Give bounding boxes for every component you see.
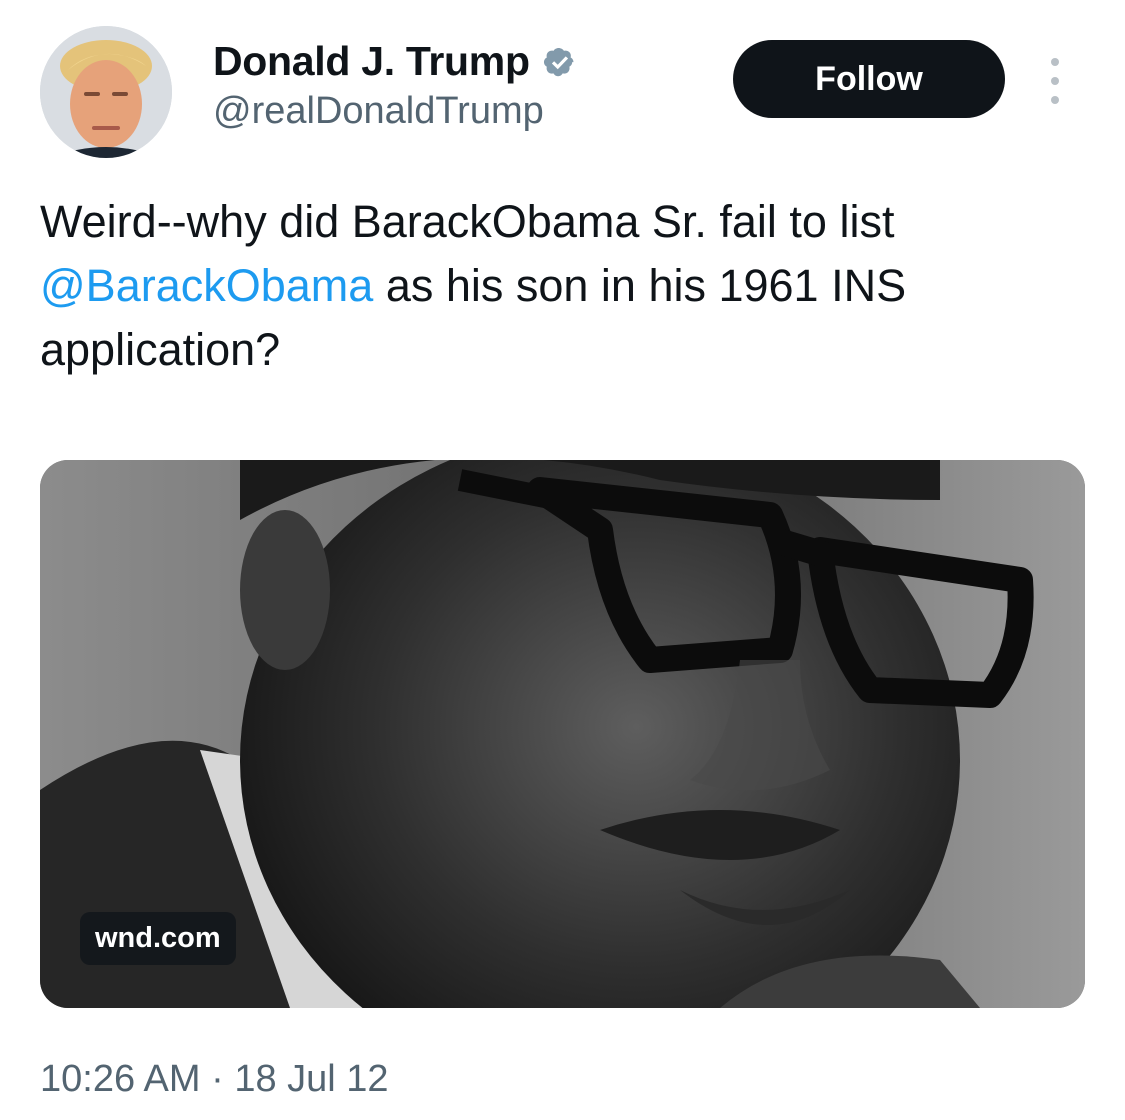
tweet-timestamp[interactable]: 10:26 AM · 18 Jul 12 (40, 1058, 389, 1101)
tweet-text-part: Weird--why did BarackObama Sr. fail to l… (40, 196, 895, 247)
author-name-row: Donald J. Trump (213, 38, 578, 85)
media-domain-label[interactable]: wnd.com (80, 912, 236, 965)
avatar-photo (40, 26, 172, 158)
more-options-icon[interactable] (1043, 58, 1067, 104)
more-dot (1051, 77, 1059, 85)
follow-button[interactable]: Follow (733, 40, 1005, 118)
author-avatar[interactable] (40, 26, 172, 158)
verified-badge-icon[interactable] (542, 45, 578, 81)
mention-link[interactable]: @BarackObama (40, 260, 373, 311)
more-dot (1051, 96, 1059, 104)
author-display-name[interactable]: Donald J. Trump (213, 38, 530, 85)
author-handle[interactable]: @realDonaldTrump (213, 90, 544, 133)
tweet-text: Weird--why did BarackObama Sr. fail to l… (40, 190, 1080, 382)
more-dot (1051, 58, 1059, 66)
